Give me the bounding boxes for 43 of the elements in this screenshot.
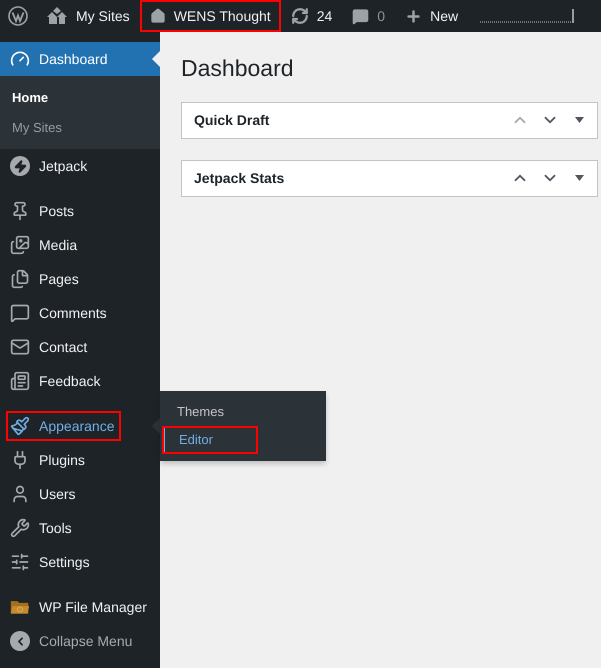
pages-icon: [10, 269, 30, 289]
triangle-down-icon: [574, 117, 584, 123]
toolbar-item[interactable]: 24: [280, 0, 342, 32]
sidebar-item[interactable]: Collapse Menu: [6, 626, 138, 656]
mail-icon: [10, 337, 30, 357]
sidebar-item[interactable]: WP File Manager: [6, 592, 153, 622]
sidebar-item[interactable]: Contact: [6, 332, 94, 362]
submenu-item[interactable]: Home: [0, 83, 160, 112]
comment-icon: [10, 303, 30, 323]
pointer-icon: [152, 51, 160, 67]
paintbrush-icon: [10, 416, 30, 436]
toolbar-item[interactable]: WENS Thought: [140, 0, 281, 32]
sidebar-item[interactable]: Media: [6, 230, 84, 260]
logo-icon[interactable]: [8, 6, 28, 26]
sidebar-item[interactable]: Jetpack: [6, 151, 94, 181]
page-title: Dashboard: [181, 54, 295, 83]
submenu-item[interactable]: Themes: [160, 398, 256, 426]
sidebar-item[interactable]: Pages: [6, 264, 85, 294]
toolbar-item[interactable]: My Sites: [36, 0, 140, 32]
toolbar-item[interactable]: New: [395, 0, 468, 32]
sidebar-item[interactable]: Plugins: [6, 445, 91, 475]
triangle-down-icon: [574, 175, 584, 181]
sidebar-item[interactable]: Users: [6, 479, 82, 509]
wrench-icon: [10, 518, 30, 538]
sliders-icon: [10, 552, 30, 572]
comment-icon: [352, 8, 370, 24]
panel-title: Quick Draft: [194, 110, 270, 130]
sidebar-item[interactable]: Settings: [6, 547, 96, 577]
panel-title: Jetpack Stats: [194, 168, 286, 188]
sidebar-item[interactable]: Feedback: [6, 366, 106, 396]
sidebar-item[interactable]: Posts: [6, 196, 80, 226]
images-icon: [10, 235, 30, 255]
houses-icon: [46, 7, 68, 25]
sidebar-item[interactable]: Comments: [6, 298, 113, 328]
refresh-icon: [290, 7, 309, 25]
submenu-item[interactable]: My Sites: [0, 112, 160, 142]
newspaper-icon: [10, 371, 30, 391]
toolbar-item[interactable]: 0: [342, 0, 396, 32]
submenu-item[interactable]: Editor: [162, 426, 258, 454]
sidebar-item[interactable]: Tools: [6, 513, 78, 543]
home-icon: [150, 8, 166, 24]
plus-icon: [405, 8, 422, 24]
sidebar-item[interactable]: Appearance: [6, 411, 121, 441]
